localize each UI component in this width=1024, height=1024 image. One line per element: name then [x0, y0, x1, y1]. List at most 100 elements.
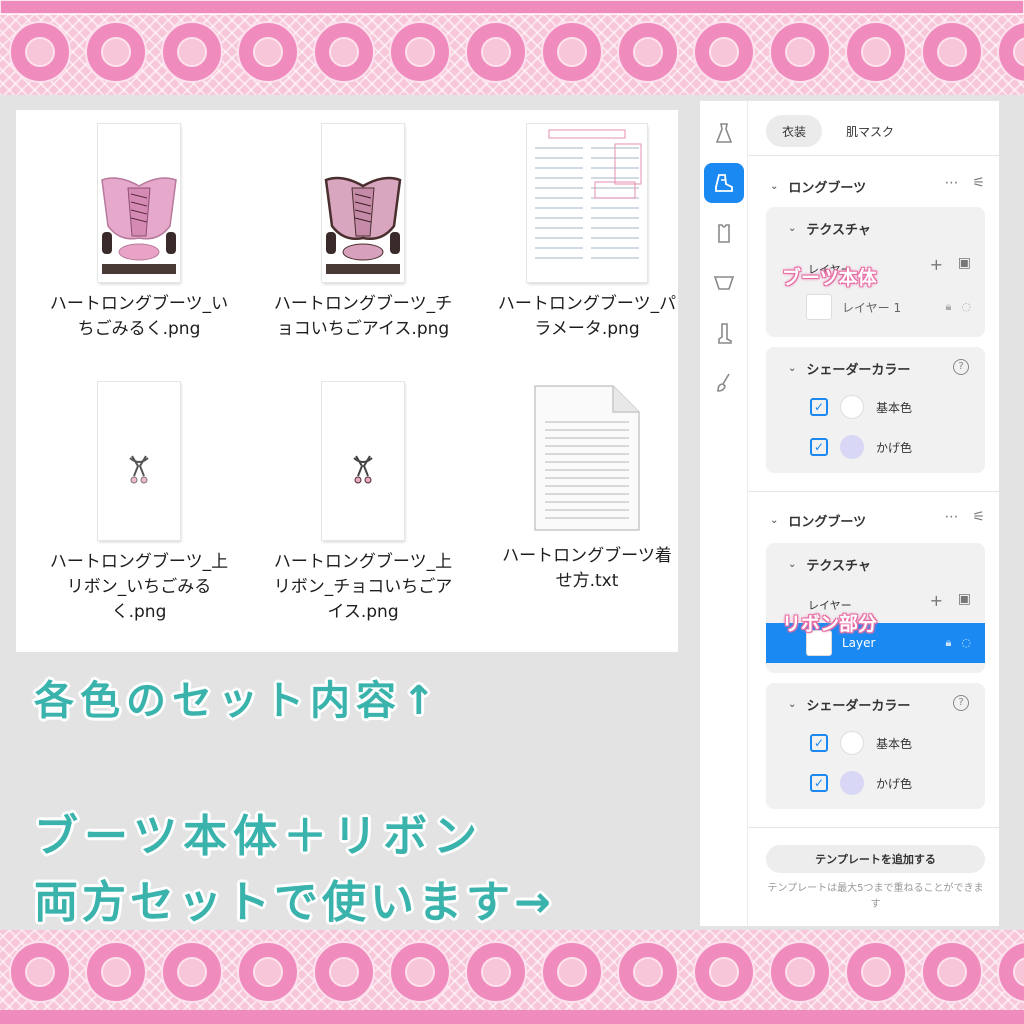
add-layer-icon[interactable]: + — [930, 591, 943, 610]
caption-usage-line2: 両方セットで使います→ — [34, 877, 555, 928]
section-tools: ⋯ ⚟ — [944, 509, 985, 525]
shader-card: ⌄ シェーダーカラー ? ✓ 基本色 ✓ かげ色 — [766, 683, 985, 809]
overlay-boots-body: ブーツ本体 — [782, 267, 877, 289]
file-name: ハートロングブーツ_上リボン_いちごみるく.png — [49, 552, 229, 622]
lace-scallop-center — [557, 957, 587, 987]
lace-scallop-center — [177, 957, 207, 987]
tab-skin-mask[interactable]: 肌マスク — [830, 115, 910, 147]
lace-scallop-center — [405, 37, 435, 67]
settings-sliders-icon[interactable]: ⚟ — [972, 509, 985, 525]
file-name: ハートロングブーツ_いちごみるく.png — [49, 294, 229, 339]
top-icon[interactable] — [704, 213, 744, 253]
chevron-down-icon: ⌄ — [770, 515, 779, 526]
lock-icon[interactable]: 🔒︎ — [946, 636, 952, 650]
layer-thumbnail — [806, 294, 832, 320]
color-label: かげ色 — [876, 776, 913, 791]
file-name: ハートロングブーツ_上リボン_チョコいちごアイス.png — [273, 552, 453, 622]
lace-scallop-center — [177, 37, 207, 67]
sock-icon[interactable] — [704, 313, 744, 353]
texture-header[interactable]: ⌄ テクスチャ — [788, 555, 871, 574]
color-label: 基本色 — [876, 736, 913, 751]
lace-scallop-center — [861, 37, 891, 67]
lace-scallop-center — [481, 37, 511, 67]
file-item[interactable]: ハートロングブーツ着せ方.txt — [482, 382, 692, 594]
more-icon[interactable]: ⋯ — [944, 509, 958, 525]
lace-scallop-center — [101, 957, 131, 987]
help-icon[interactable]: ? — [953, 695, 969, 711]
tab-costume[interactable]: 衣装 — [766, 115, 823, 147]
lace-scallop-center — [633, 957, 663, 987]
file-item[interactable]: ハートロングブーツ_チョコいちごアイス.png — [258, 124, 468, 342]
color-row[interactable]: ✓ かげ色 — [810, 771, 912, 795]
lace-pattern-icon — [0, 0, 1024, 83]
shader-title: シェーダーカラー — [806, 699, 911, 714]
file-name: ハートロングブーツ着せ方.txt — [502, 546, 672, 591]
layer-row[interactable]: レイヤー 1 🔒︎ ◌ — [766, 287, 985, 327]
color-row[interactable]: ✓ かげ色 — [810, 435, 912, 459]
hide-eye-icon[interactable]: ◌ — [961, 300, 971, 314]
hide-eye-icon[interactable]: ◌ — [961, 636, 971, 650]
shoe-icon[interactable] — [704, 163, 744, 203]
lace-scallop-center — [937, 957, 967, 987]
texture-title: テクスチャ — [806, 223, 871, 238]
lace-scallop-center — [557, 37, 587, 67]
caption-set-contents: 各色のセット内容↑ — [34, 678, 442, 724]
add-layer-icon[interactable]: + — [930, 255, 943, 274]
file-name: ハートロングブーツ_チョコいちごアイス.png — [273, 294, 453, 339]
lock-icon[interactable]: 🔒︎ — [946, 300, 952, 314]
lace-scallop-center — [785, 37, 815, 67]
lace-border-top — [0, 0, 1024, 95]
lace-scallop-center — [253, 37, 283, 67]
file-item[interactable]: ハートロングブーツ_上リボン_チョコいちごアイス.png — [258, 382, 468, 625]
add-image-icon[interactable]: ▣ — [958, 255, 971, 271]
brush-icon[interactable] — [704, 363, 744, 403]
lace-scallop-center — [861, 957, 891, 987]
lace-scallop-center — [25, 37, 55, 67]
file-item[interactable]: ハートロングブーツ_いちごみるく.png — [34, 124, 244, 342]
checkbox[interactable]: ✓ — [810, 774, 828, 792]
more-icon[interactable]: ⋯ — [944, 175, 958, 191]
category-sidebar — [700, 101, 748, 927]
section-header[interactable]: ⌄ ロングブーツ — [770, 511, 866, 530]
settings-sliders-icon[interactable]: ⚟ — [972, 175, 985, 191]
color-swatch[interactable] — [840, 771, 864, 795]
checkbox[interactable]: ✓ — [810, 438, 828, 456]
file-explorer: ハートロングブーツ_いちごみるく.png ハートロングブーツ_チョコいちごアイス… — [16, 110, 678, 652]
lace-scallop-center — [253, 957, 283, 987]
color-swatch[interactable] — [840, 731, 864, 755]
lace-scallop-center — [101, 37, 131, 67]
add-template-button[interactable]: テンプレートを追加する — [766, 845, 985, 873]
checkbox[interactable]: ✓ — [810, 398, 828, 416]
color-label: 基本色 — [876, 400, 913, 415]
color-row[interactable]: ✓ 基本色 — [810, 731, 912, 755]
help-icon[interactable]: ? — [953, 359, 969, 375]
boots-pink-thumbnail — [98, 124, 180, 282]
section-header[interactable]: ⌄ ロングブーツ — [770, 177, 866, 196]
dress-icon[interactable] — [704, 113, 744, 153]
file-item[interactable]: ハートロングブーツ_上リボン_いちごみるく.png — [34, 382, 244, 625]
shader-title: シェーダーカラー — [806, 363, 911, 378]
lace-scallop-center — [25, 957, 55, 987]
color-row[interactable]: ✓ 基本色 — [810, 395, 912, 419]
lace-scallop-center — [937, 37, 967, 67]
checkbox[interactable]: ✓ — [810, 734, 828, 752]
lace-scallop-center — [633, 37, 663, 67]
layer-name: Layer — [842, 636, 876, 650]
ribbon-thumbnail — [98, 382, 180, 540]
color-swatch[interactable] — [840, 395, 864, 419]
divider — [748, 491, 999, 492]
color-swatch[interactable] — [840, 435, 864, 459]
shader-header[interactable]: ⌄ シェーダーカラー — [788, 695, 910, 714]
texture-header[interactable]: ⌄ テクスチャ — [788, 219, 871, 238]
color-label: かげ色 — [876, 440, 913, 455]
lace-scallop-center — [481, 957, 511, 987]
section-title: ロングブーツ — [788, 181, 867, 196]
file-name: ハートロングブーツ_パラメータ.png — [497, 294, 677, 339]
ribbon-thumbnail — [322, 382, 404, 540]
bottom-icon[interactable] — [704, 263, 744, 303]
add-image-icon[interactable]: ▣ — [958, 591, 971, 607]
section-title: ロングブーツ — [788, 515, 867, 530]
shader-header[interactable]: ⌄ シェーダーカラー — [788, 359, 910, 378]
file-item[interactable]: ハートロングブーツ_パラメータ.png — [482, 124, 692, 342]
parameter-sheet-thumbnail — [527, 124, 647, 282]
